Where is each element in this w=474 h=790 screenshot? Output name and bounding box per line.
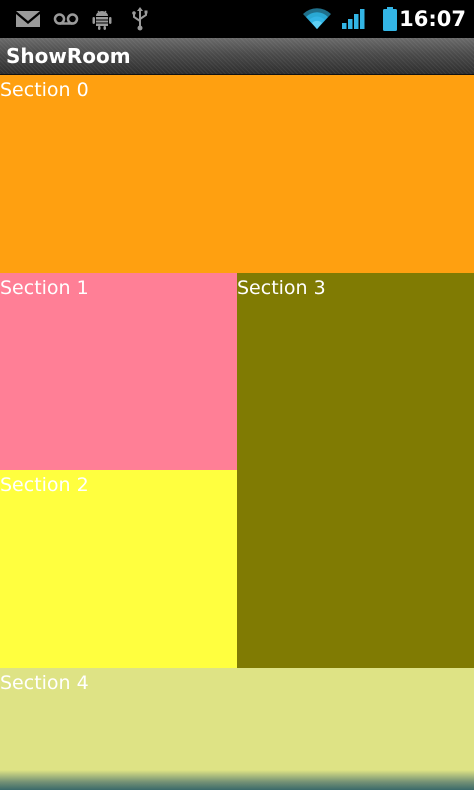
android-debug-icon: [89, 0, 115, 38]
status-bar: 16:07: [0, 0, 474, 38]
usb-icon: [128, 0, 152, 38]
gmail-icon: [14, 0, 42, 38]
section-2[interactable]: Section 2: [0, 470, 237, 668]
section-label: Section 1: [0, 277, 89, 299]
section-label: Section 2: [0, 474, 89, 496]
screen: 16:07 ShowRoom Section 0 Section 1 Secti…: [0, 0, 474, 790]
voicemail-icon: [52, 0, 80, 38]
section-label: Section 3: [237, 277, 326, 299]
app-title: ShowRoom: [6, 44, 131, 68]
wifi-icon: [301, 0, 333, 38]
section-label: Section 4: [0, 672, 89, 694]
signal-icon: [340, 0, 368, 38]
section-4[interactable]: Section 4: [0, 668, 474, 790]
status-time: 16:07: [399, 7, 466, 31]
section-1[interactable]: Section 1: [0, 273, 237, 470]
battery-icon: [380, 0, 400, 38]
section-3[interactable]: Section 3: [237, 273, 474, 668]
title-bar: ShowRoom: [0, 38, 474, 75]
section-label: Section 0: [0, 79, 89, 101]
section-0[interactable]: Section 0: [0, 75, 474, 273]
